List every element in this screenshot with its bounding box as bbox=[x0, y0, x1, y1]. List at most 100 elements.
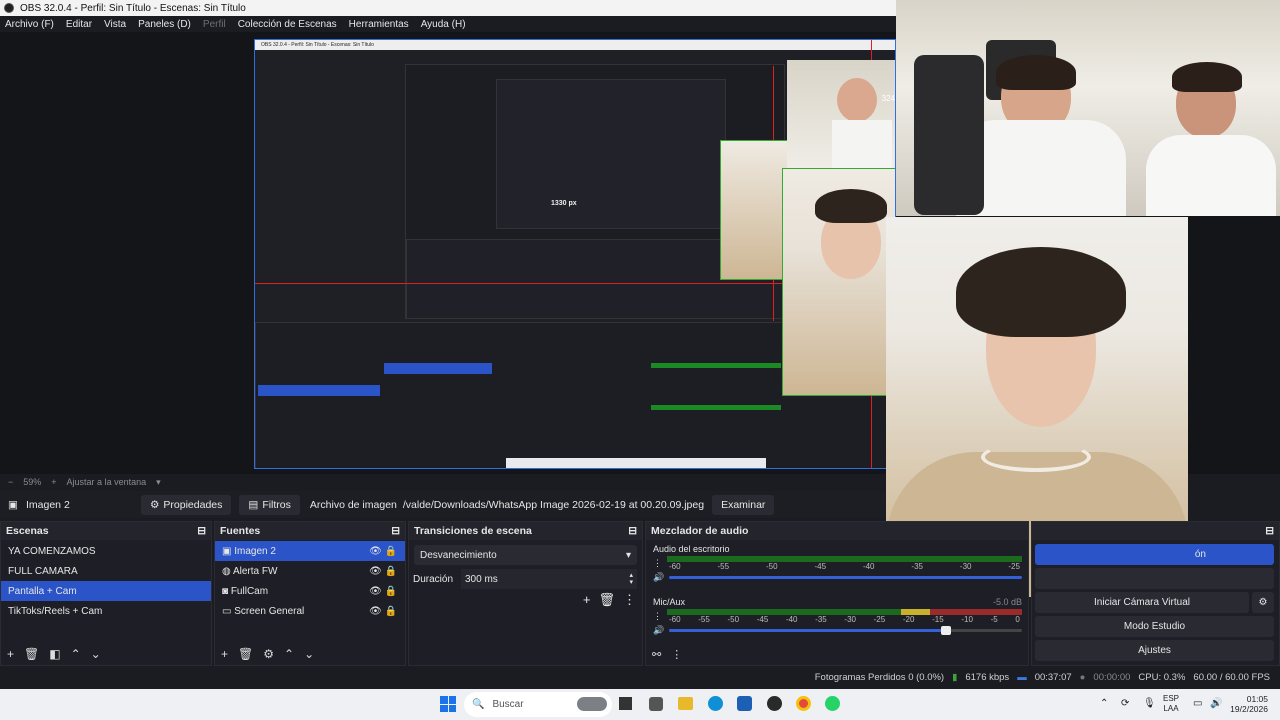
file-label: Archivo de imagen bbox=[309, 498, 397, 511]
scenes-header: Escenas ⊟ bbox=[1, 522, 211, 540]
sources-dock: Fuentes ⊟ ▣ Imagen 2 👁 🔒 ◍ Alerta FW 👁 🔒… bbox=[214, 521, 406, 666]
mic-volume-slider[interactable] bbox=[669, 626, 1022, 635]
task-view-icon[interactable] bbox=[619, 697, 632, 710]
desktop-volume-slider[interactable] bbox=[669, 576, 1022, 579]
menu-coleccion-escenas[interactable]: Colección de Escenas bbox=[238, 19, 337, 30]
obs-taskbar-icon[interactable] bbox=[767, 696, 782, 711]
scene-item[interactable]: TikToks/Reels + Cam bbox=[1, 601, 211, 621]
folder-icon[interactable] bbox=[678, 697, 693, 710]
source-item-fullcam[interactable]: ◙ FullCam 👁 🔒 bbox=[215, 581, 405, 601]
source-item-screen-general[interactable]: ▭ Screen General 👁 🔒 bbox=[215, 601, 405, 621]
source-item-alerta-fw[interactable]: ◍ Alerta FW 👁 🔒 bbox=[215, 561, 405, 581]
windows-start-icon[interactable] bbox=[440, 696, 456, 712]
menu-paneles[interactable]: Paneles (D) bbox=[138, 19, 191, 30]
network-icon[interactable]: ⟳ bbox=[1121, 698, 1129, 709]
trash-icon[interactable]: 🗑 bbox=[24, 647, 39, 661]
mixer-header: Mezclador de audio bbox=[646, 522, 1028, 540]
zoom-in-button[interactable]: + bbox=[51, 477, 56, 487]
filter-icon[interactable]: ◧ bbox=[49, 647, 60, 661]
mic-icon[interactable]: 🎙 bbox=[1143, 698, 1156, 709]
clock[interactable]: 01:05 19/2/2026 bbox=[1226, 694, 1268, 714]
language-indicator[interactable]: ESP LAA bbox=[1163, 694, 1179, 714]
add-scene-button[interactable]: + bbox=[7, 647, 14, 661]
eye-icon[interactable]: 👁 bbox=[369, 566, 382, 577]
duration-field[interactable]: 300 ms ▴ ▾ bbox=[461, 569, 637, 589]
dock-menu-icon[interactable]: ⊟ bbox=[1265, 525, 1274, 537]
browse-button[interactable]: Examinar bbox=[712, 494, 775, 515]
move-up-icon[interactable]: ⌃ bbox=[71, 647, 81, 661]
lock-icon[interactable]: 🔒 bbox=[385, 586, 397, 597]
more-icon[interactable]: ⋮ bbox=[653, 558, 662, 569]
source-item-imagen-2[interactable]: ▣ Imagen 2 👁 🔒 bbox=[215, 541, 405, 561]
stepper-icon[interactable]: ▴ ▾ bbox=[629, 572, 633, 586]
menu-ayuda[interactable]: Ayuda (H) bbox=[421, 19, 466, 30]
lock-icon[interactable]: 🔒 bbox=[385, 546, 397, 557]
source-label: Alerta FW bbox=[232, 565, 278, 577]
speaker-icon[interactable]: 🔊 bbox=[653, 625, 664, 636]
settings-button[interactable]: Ajustes bbox=[1035, 640, 1274, 661]
slider-handle[interactable] bbox=[940, 626, 951, 635]
store-icon[interactable] bbox=[737, 696, 752, 711]
link-icon[interactable]: ⚯ bbox=[652, 648, 661, 661]
menu-archivo[interactable]: Archivo (F) bbox=[5, 19, 54, 30]
widget-car-icon[interactable] bbox=[577, 697, 607, 711]
add-source-button[interactable]: + bbox=[221, 647, 228, 661]
record-button[interactable] bbox=[1035, 568, 1274, 589]
eye-icon[interactable]: 👁 bbox=[369, 546, 382, 557]
volume-icon[interactable]: 🔊 bbox=[1210, 698, 1222, 709]
menu-vista[interactable]: Vista bbox=[104, 19, 126, 30]
trash-icon[interactable]: 🗑 bbox=[598, 592, 615, 608]
virtual-camera-button[interactable]: Iniciar Cámara Virtual bbox=[1035, 592, 1249, 613]
lock-icon[interactable]: 🔒 bbox=[385, 606, 397, 617]
scene-item-selected[interactable]: Pantalla + Cam bbox=[1, 581, 211, 601]
browser-icon: ◍ bbox=[222, 565, 231, 577]
add-transition-button[interactable]: + bbox=[583, 592, 591, 608]
dock-menu-icon[interactable]: ⊟ bbox=[628, 525, 637, 537]
chrome-icon[interactable] bbox=[796, 696, 811, 711]
more-icon[interactable]: ⋮ bbox=[623, 592, 636, 608]
menu-perfil[interactable]: Perfil bbox=[203, 19, 226, 30]
gear-icon[interactable]: ⚙ bbox=[263, 647, 274, 661]
dock-menu-icon[interactable]: ⊟ bbox=[391, 525, 400, 537]
screen-capture-source[interactable]: OBS 32.0.4 - Perfil: Sin Título - Escena… bbox=[254, 39, 896, 469]
transition-select[interactable]: Desvanecimiento ▾ bbox=[414, 545, 637, 565]
transitions-dock: Transiciones de escena ⊟ Desvanecimiento… bbox=[408, 521, 643, 666]
edge-icon[interactable] bbox=[708, 696, 723, 711]
dropped-frames: Fotogramas Perdidos 0 (0.0%) bbox=[814, 672, 945, 683]
record-time: 00:00:00 bbox=[1093, 672, 1131, 683]
app-icon[interactable] bbox=[649, 697, 663, 711]
properties-button[interactable]: ⚙ Propiedades bbox=[141, 494, 232, 515]
channel-desktop-name: Audio del escritorio bbox=[653, 544, 730, 554]
menu-herramientas[interactable]: Herramientas bbox=[349, 19, 409, 30]
lock-icon[interactable]: 🔒 bbox=[385, 566, 397, 577]
menu-editar[interactable]: Editar bbox=[66, 19, 92, 30]
filters-button[interactable]: ▤ Filtros bbox=[239, 494, 300, 515]
eye-icon[interactable]: 👁 bbox=[369, 586, 382, 597]
zoom-fit-select[interactable]: Ajustar a la ventana bbox=[67, 477, 147, 487]
eye-icon[interactable]: 👁 bbox=[369, 606, 382, 617]
stop-streaming-button[interactable]: ón bbox=[1035, 544, 1274, 565]
move-down-icon[interactable]: ⌄ bbox=[91, 647, 101, 661]
display-icon[interactable]: ▭ bbox=[1193, 698, 1202, 709]
scene-item[interactable]: FULL CAMARA bbox=[1, 561, 211, 581]
whatsapp-icon[interactable] bbox=[825, 696, 840, 711]
studio-mode-button[interactable]: Modo Estudio bbox=[1035, 616, 1274, 637]
gear-icon[interactable]: ⚙ bbox=[1252, 592, 1274, 613]
filters-label: Filtros bbox=[262, 498, 291, 511]
chevron-down-icon[interactable]: ▾ bbox=[156, 477, 161, 488]
more-icon[interactable]: ⋮ bbox=[653, 611, 662, 622]
speaker-icon[interactable]: 🔊 bbox=[653, 572, 664, 583]
scene-item[interactable]: YA COMENZAMOS bbox=[1, 541, 211, 561]
signal-icon: ▮ bbox=[952, 672, 958, 683]
webcam-source[interactable] bbox=[896, 0, 1280, 216]
transition-type: Desvanecimiento bbox=[420, 549, 497, 561]
move-up-icon[interactable]: ⌃ bbox=[284, 647, 294, 661]
dock-menu-icon[interactable]: ⊟ bbox=[197, 525, 206, 537]
file-path-field[interactable]: /valde/Downloads/WhatsApp Image 2026-02-… bbox=[403, 499, 704, 511]
desktop-scale: -60 -55 -50 -45 -40 -35 -30 -25 bbox=[669, 562, 1020, 571]
more-icon[interactable]: ⋮ bbox=[671, 648, 682, 661]
move-down-icon[interactable]: ⌄ bbox=[304, 647, 314, 661]
zoom-out-button[interactable]: − bbox=[8, 477, 13, 487]
trash-icon[interactable]: 🗑 bbox=[238, 647, 253, 661]
chevron-up-icon[interactable]: ⌃ bbox=[1100, 698, 1108, 709]
